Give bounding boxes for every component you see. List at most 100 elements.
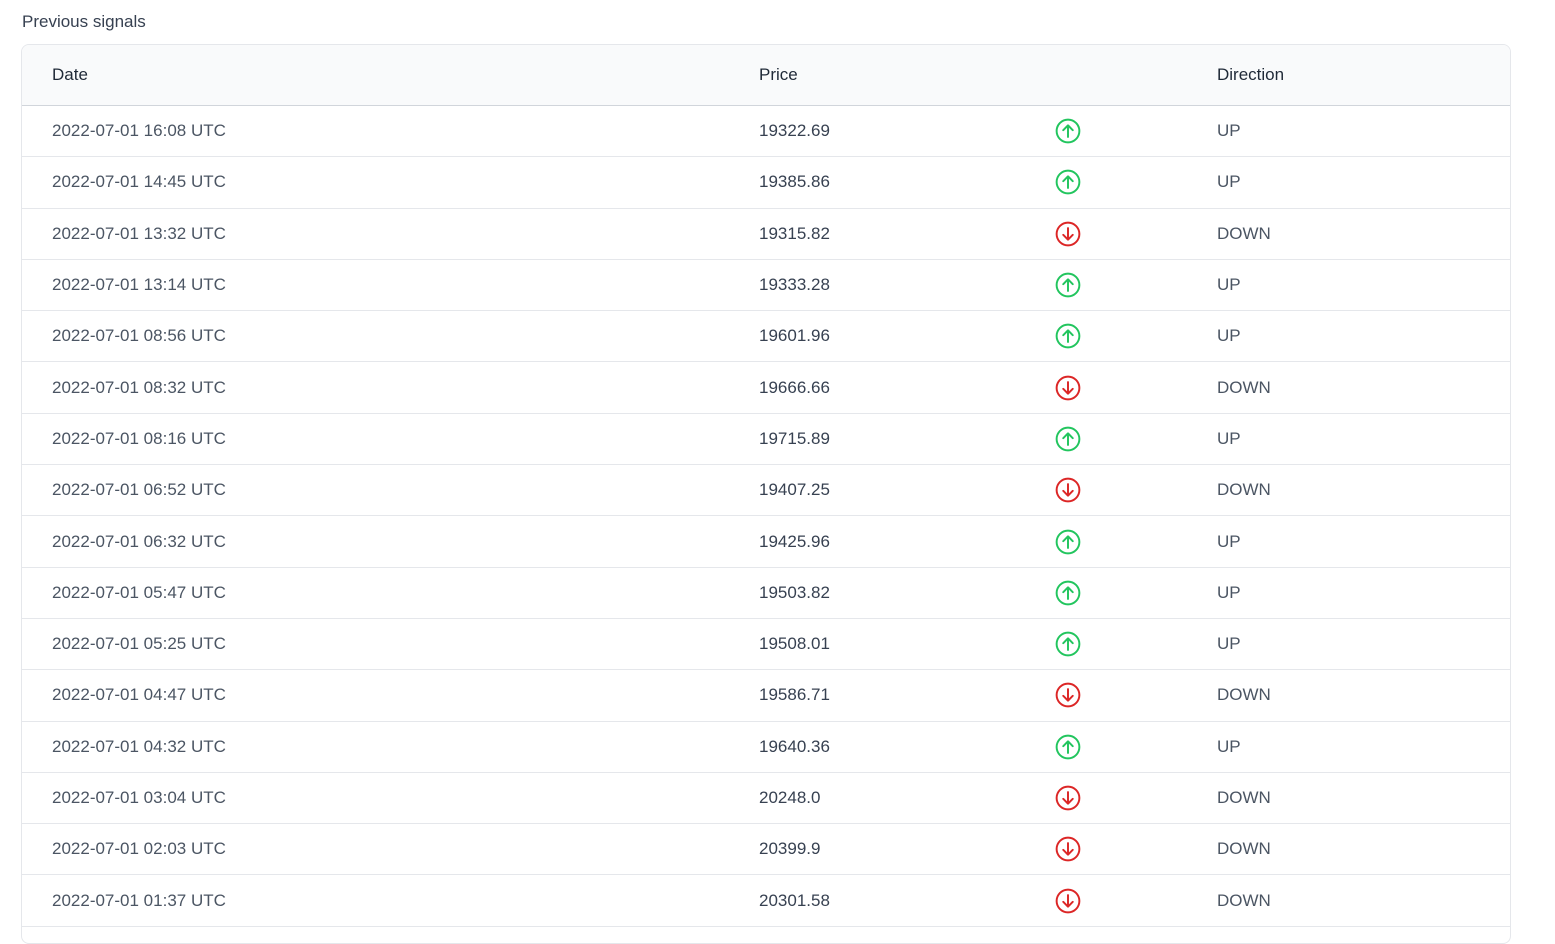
- direction-icon-cell: [1025, 375, 1190, 401]
- signal-direction: UP: [1217, 428, 1241, 448]
- signal-price: 19407.25: [759, 480, 830, 500]
- signal-date: 2022-07-01 02:03 UTC: [52, 839, 226, 859]
- direction-icon-cell: [1025, 323, 1190, 349]
- signal-price: 19601.96: [759, 326, 830, 346]
- table-row: 2022-07-01 14:45 UTC 19385.86 UP: [22, 157, 1510, 209]
- arrow-down-circle-icon: [1055, 221, 1081, 247]
- signal-date: 2022-07-01 08:56 UTC: [52, 326, 226, 346]
- signal-price: 19503.82: [759, 582, 830, 602]
- section-title: Previous signals: [22, 12, 146, 31]
- signal-price: 19385.86: [759, 172, 830, 192]
- table-row: 2022-07-01 08:16 UTC 19715.89 UP: [22, 414, 1510, 466]
- arrow-up-circle-icon: [1055, 580, 1081, 606]
- arrow-down-circle-icon: [1055, 375, 1081, 400]
- direction-icon-cell: [1025, 221, 1190, 247]
- signal-direction: DOWN: [1217, 890, 1271, 910]
- signal-price: 19315.82: [759, 223, 830, 243]
- arrow-up-circle-icon: [1055, 170, 1081, 195]
- arrow-up-circle-icon: [1055, 272, 1081, 298]
- signal-price: 19640.36: [759, 736, 830, 756]
- table-row: 2022-07-01 08:32 UTC 19666.66 DOWN: [22, 362, 1510, 414]
- signal-date: 2022-07-01 04:47 UTC: [52, 685, 226, 705]
- signal-date: 2022-07-01 08:32 UTC: [52, 377, 226, 397]
- table-row: 2022-07-01 05:47 UTC 19503.82 UP: [22, 568, 1510, 619]
- arrow-up-circle-icon: [1055, 323, 1081, 349]
- signal-date: 2022-07-01 06:32 UTC: [52, 531, 226, 551]
- direction-icon-cell: [1025, 580, 1190, 606]
- signal-direction: UP: [1217, 531, 1241, 551]
- direction-icon-cell: [1025, 836, 1190, 862]
- signal-price: 20248.0: [759, 788, 821, 807]
- signal-date: 2022-07-01 04:32 UTC: [52, 736, 226, 756]
- signal-price: 19333.28: [759, 275, 830, 295]
- signal-direction: UP: [1217, 275, 1241, 295]
- direction-icon-cell: [1025, 272, 1190, 298]
- signal-price: 19715.89: [759, 428, 830, 448]
- signal-date: 2022-07-01 14:45 UTC: [52, 172, 226, 192]
- signal-date: 2022-07-01 03:04 UTC: [52, 788, 226, 807]
- signal-date: 2022-07-01 05:47 UTC: [52, 582, 226, 602]
- signal-direction: DOWN: [1217, 480, 1271, 500]
- signal-price: 19322.69: [759, 121, 830, 141]
- signal-date: 2022-07-01 08:16 UTC: [52, 428, 226, 448]
- arrow-down-circle-icon: [1055, 836, 1081, 862]
- signal-direction: UP: [1217, 172, 1241, 192]
- direction-icon-cell: [1025, 734, 1190, 760]
- signal-direction: DOWN: [1217, 685, 1271, 705]
- arrow-down-circle-icon: [1055, 477, 1081, 503]
- table-row: 2022-07-01 04:32 UTC 19640.36 UP: [22, 722, 1510, 773]
- direction-icon-cell: [1025, 426, 1190, 452]
- signal-price: 19508.01: [759, 634, 830, 654]
- table-row: 2022-07-01 13:14 UTC 19333.28 UP: [22, 260, 1510, 312]
- table-row: 2022-07-01 06:52 UTC 19407.25 DOWN: [22, 465, 1510, 517]
- direction-icon-cell: [1025, 631, 1190, 657]
- arrow-up-circle-icon: [1055, 426, 1081, 452]
- table-row: 2022-07-01 06:32 UTC 19425.96 UP: [22, 516, 1510, 568]
- signals-table: Date Price Direction 2022-07-01 16:08 UT…: [21, 44, 1511, 944]
- arrow-up-circle-icon: [1055, 529, 1081, 554]
- table-row: 2022-07-01 03:04 UTC 20248.0 DOWN: [22, 773, 1510, 825]
- signal-price: 20301.58: [759, 890, 830, 910]
- signal-direction: UP: [1217, 736, 1241, 756]
- arrow-up-circle-icon: [1055, 734, 1081, 760]
- signal-date: 2022-07-01 05:25 UTC: [52, 634, 226, 654]
- signal-direction: UP: [1217, 326, 1241, 346]
- table-row: 2022-07-01 13:32 UTC 19315.82 DOWN: [22, 209, 1510, 260]
- table-row: 2022-07-01 16:08 UTC 19322.69 UP: [22, 106, 1510, 158]
- direction-icon-cell: [1025, 169, 1190, 195]
- column-header-date: Date: [52, 65, 88, 84]
- signal-date: 2022-07-01 13:32 UTC: [52, 223, 226, 243]
- arrow-up-circle-icon: [1055, 118, 1081, 144]
- direction-icon-cell: [1025, 529, 1190, 555]
- column-header-direction: Direction: [1217, 65, 1285, 84]
- direction-icon-cell: [1025, 477, 1190, 503]
- signal-price: 19666.66: [759, 377, 830, 397]
- signal-date: 2022-07-01 16:08 UTC: [52, 121, 226, 141]
- table-row: 2022-07-01 01:37 UTC 20301.58 DOWN: [22, 875, 1510, 927]
- signal-date: 2022-07-01 01:37 UTC: [52, 890, 226, 910]
- arrow-down-circle-icon: [1055, 683, 1081, 708]
- signal-date: 2022-07-01 06:52 UTC: [52, 480, 226, 500]
- arrow-up-circle-icon: [1055, 631, 1081, 657]
- signal-direction: DOWN: [1217, 223, 1271, 243]
- table-body: 2022-07-01 16:08 UTC 19322.69 UP 2022-07-01…: [22, 106, 1510, 927]
- signal-price: 19425.96: [759, 531, 830, 551]
- signal-direction: UP: [1217, 634, 1241, 654]
- signal-date: 2022-07-01 13:14 UTC: [52, 275, 226, 295]
- direction-icon-cell: [1025, 888, 1190, 914]
- arrow-down-circle-icon: [1055, 785, 1081, 811]
- table-row: 2022-07-01 02:03 UTC 20399.9 DOWN: [22, 824, 1510, 876]
- table-row: 2022-07-01 05:25 UTC 19508.01 UP: [22, 619, 1510, 671]
- signal-direction: DOWN: [1217, 839, 1271, 859]
- signal-price: 20399.9: [759, 839, 821, 859]
- direction-icon-cell: [1025, 785, 1190, 811]
- signal-direction: DOWN: [1217, 377, 1271, 397]
- direction-icon-cell: [1025, 682, 1190, 708]
- signal-price: 19586.71: [759, 685, 830, 705]
- column-header-price: Price: [759, 65, 798, 84]
- table-row: 2022-07-01 08:56 UTC 19601.96 UP: [22, 311, 1510, 363]
- signal-direction: UP: [1217, 582, 1241, 602]
- signal-direction: UP: [1217, 121, 1241, 141]
- table-row: 2022-07-01 04:47 UTC 19586.71 DOWN: [22, 670, 1510, 722]
- signal-direction: DOWN: [1217, 788, 1271, 807]
